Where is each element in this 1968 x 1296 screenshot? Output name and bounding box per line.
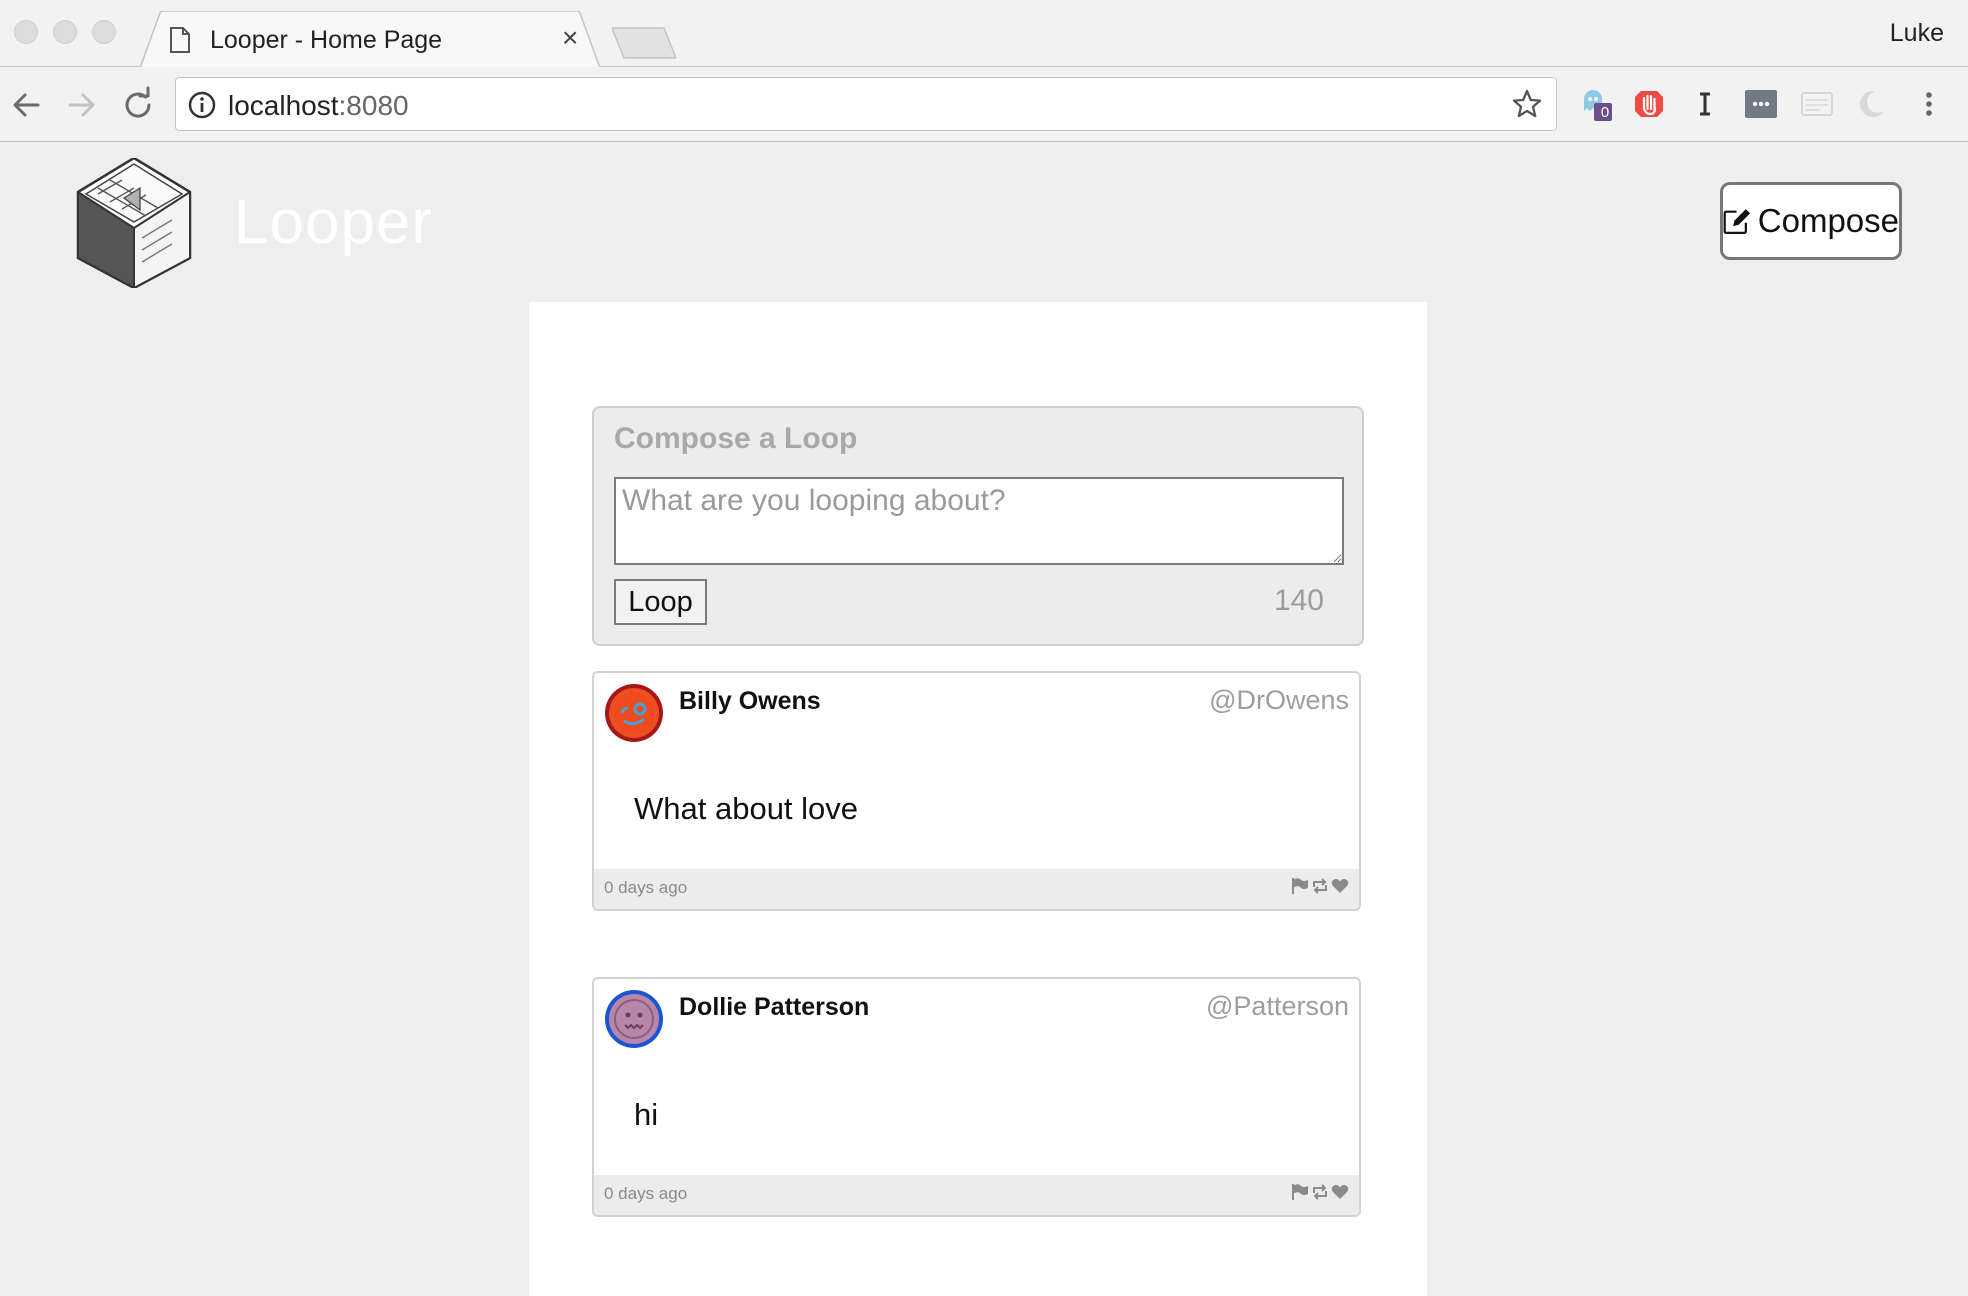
heart-icon[interactable] xyxy=(1331,877,1349,895)
browser-toolbar: localhost:8080 0 xyxy=(0,67,1968,142)
app-page: Looper Compose Compose a Loop Loop 140 B xyxy=(0,143,1968,1296)
bookmark-star-icon[interactable] xyxy=(1512,89,1542,119)
browser-tab-active[interactable]: Looper - Home Page × xyxy=(140,11,600,68)
back-arrow-icon[interactable] xyxy=(6,85,46,125)
url-port: :8080 xyxy=(338,90,409,121)
window-minimize-dot[interactable] xyxy=(53,20,77,44)
loop-text: hi xyxy=(634,1097,659,1132)
loop-actions xyxy=(1291,1183,1349,1201)
url-host: localhost xyxy=(228,90,339,121)
extension-badge-count: 0 xyxy=(1600,104,1610,121)
compose-form: Compose a Loop Loop 140 xyxy=(592,406,1364,646)
loop-text: What about love xyxy=(634,791,859,826)
loop-card: Dollie Patterson @Patterson hi 0 days ag… xyxy=(592,977,1361,1217)
new-tab-button[interactable] xyxy=(612,27,676,59)
forward-arrow-icon[interactable] xyxy=(62,85,102,125)
site-info-icon[interactable] xyxy=(188,91,216,119)
heart-icon[interactable] xyxy=(1331,1183,1349,1201)
compose-form-title: Compose a Loop xyxy=(614,422,858,455)
adblock-hand-icon[interactable] xyxy=(1632,87,1666,121)
brand-title: Looper xyxy=(234,188,434,257)
reload-icon[interactable] xyxy=(118,85,158,125)
loop-submit-button[interactable]: Loop xyxy=(614,579,707,625)
loop-timestamp: 0 days ago xyxy=(604,1184,688,1203)
loop-card: Billy Owens @DrOwens What about love 0 d… xyxy=(592,671,1361,911)
loop-footer: 0 days ago xyxy=(594,869,1359,909)
instapaper-icon[interactable] xyxy=(1688,87,1722,121)
reloop-icon[interactable] xyxy=(1311,877,1329,895)
window-zoom-dot[interactable] xyxy=(92,20,116,44)
tab-title: Looper - Home Page xyxy=(210,26,443,54)
user-avatar[interactable] xyxy=(604,683,664,743)
address-bar[interactable]: localhost:8080 xyxy=(175,77,1557,131)
user-avatar[interactable] xyxy=(604,989,664,1049)
loop-timestamp: 0 days ago xyxy=(604,878,688,897)
password-manager-icon[interactable] xyxy=(1744,87,1778,121)
url-text: localhost:8080 xyxy=(228,90,409,122)
profile-name[interactable]: Luke xyxy=(1890,19,1944,48)
looper-logo-icon[interactable] xyxy=(76,158,196,288)
user-handle[interactable]: @DrOwens xyxy=(1209,685,1349,716)
edit-pencil-icon xyxy=(1723,209,1751,234)
character-counter: 140 xyxy=(1273,584,1324,617)
user-display-name[interactable]: Dollie Patterson xyxy=(679,993,869,1022)
compose-button[interactable]: Compose xyxy=(1720,182,1902,260)
page-document-icon xyxy=(170,27,190,53)
feed-column: Compose a Loop Loop 140 Billy Owens @DrO… xyxy=(529,302,1427,1296)
browser-menu-icon[interactable] xyxy=(1912,87,1946,121)
browser-tab-bar: Looper - Home Page × Luke xyxy=(0,0,1968,68)
flag-icon[interactable] xyxy=(1291,877,1309,895)
reader-extension-icon[interactable] xyxy=(1800,87,1834,121)
flag-icon[interactable] xyxy=(1291,1183,1309,1201)
loop-actions xyxy=(1291,877,1349,895)
loop-text-input[interactable] xyxy=(614,477,1344,565)
loop-footer: 0 days ago xyxy=(594,1175,1359,1215)
tab-close-icon[interactable]: × xyxy=(562,22,578,54)
user-handle[interactable]: @Patterson xyxy=(1206,991,1349,1022)
reloop-icon[interactable] xyxy=(1311,1183,1329,1201)
user-display-name[interactable]: Billy Owens xyxy=(679,687,821,716)
compose-button-label: Compose xyxy=(1757,202,1899,239)
window-close-dot[interactable] xyxy=(14,20,38,44)
crescent-extension-icon[interactable] xyxy=(1856,87,1890,121)
